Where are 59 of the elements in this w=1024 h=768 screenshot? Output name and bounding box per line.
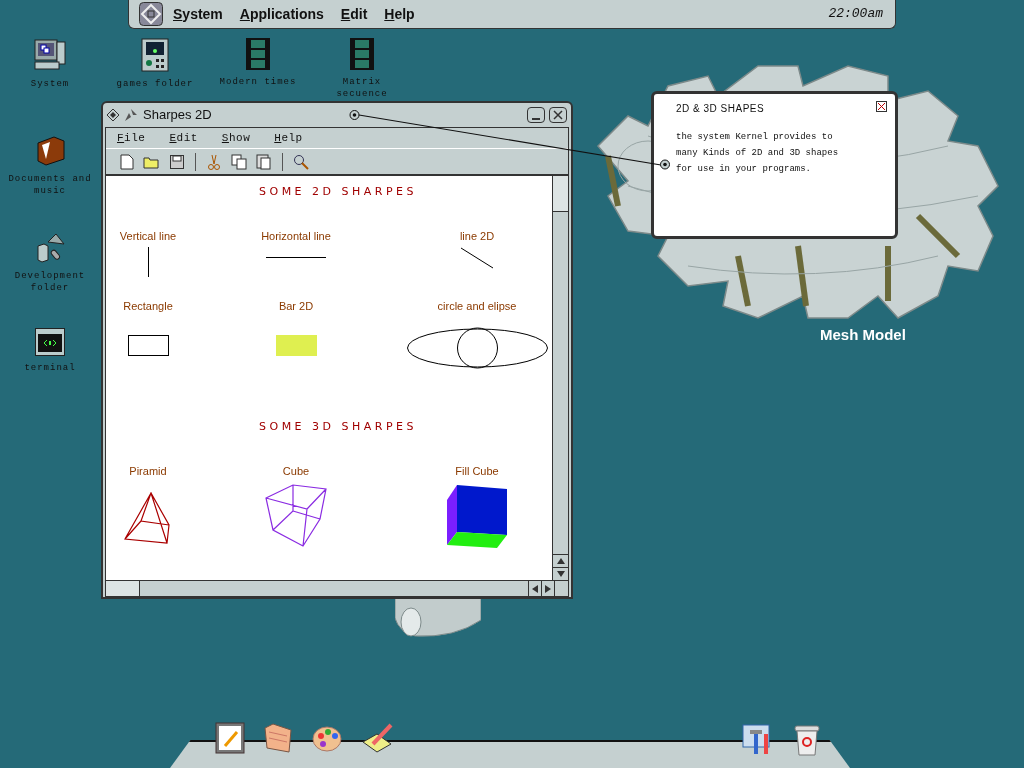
- pyramid-drawing: [123, 490, 173, 546]
- notepad-icon[interactable]: [215, 722, 245, 754]
- terminal-icon: [35, 328, 65, 356]
- pencil-and-paper-icon[interactable]: [361, 722, 395, 754]
- folder-icon: [34, 135, 66, 167]
- menu-item[interactable]: Help: [384, 3, 415, 25]
- popup-text: the system Kernel provides to many Kinds of 2D and 3D shapes for use in your programs.: [676, 131, 840, 176]
- horizontal-scrollbar[interactable]: [106, 580, 568, 596]
- shape-label: Horizontal line: [261, 228, 331, 244]
- cube-wireframe-drawing: [264, 482, 328, 548]
- minimize-button[interactable]: [527, 107, 545, 123]
- section-heading: SOME 3D SHARPES: [259, 419, 417, 435]
- dev-icon: [34, 232, 66, 264]
- shape-label: Vertical line: [119, 228, 177, 244]
- popup-title: 2D & 3D SHAPES: [676, 102, 765, 116]
- shape-label: Rectangle: [123, 298, 173, 314]
- window-menu-icon[interactable]: [107, 109, 119, 121]
- close-button[interactable]: [876, 101, 887, 112]
- rectangle-shape: [127, 335, 169, 356]
- folder-icon[interactable]: [263, 722, 293, 754]
- menu-item[interactable]: System: [173, 3, 223, 25]
- scroll-left-button[interactable]: [528, 581, 541, 596]
- app-icon: [123, 107, 139, 123]
- section-heading: SOME 2D SHARPES: [259, 184, 417, 200]
- left-arrow-icon: [532, 584, 538, 593]
- bar-shape: [275, 335, 317, 356]
- shape-label: line 2D: [459, 228, 495, 244]
- vertical-line: [147, 247, 149, 277]
- menu-item[interactable]: Edit: [340, 3, 368, 25]
- scroll-up-button[interactable]: [553, 554, 568, 567]
- window-menu-item[interactable]: Help: [274, 129, 303, 147]
- games-icon: [141, 38, 169, 72]
- filled-cube-drawing: [446, 482, 508, 548]
- shape-label: circle and elipse: [437, 298, 517, 314]
- film-icon: [350, 38, 374, 70]
- up-arrow-icon: [556, 558, 565, 564]
- shape-label: Piramid: [129, 463, 167, 479]
- window-menu-item[interactable]: File: [117, 129, 146, 147]
- system-logo-icon[interactable]: [139, 2, 163, 26]
- trash-can-icon[interactable]: [794, 724, 820, 756]
- window-menu-item[interactable]: Edit: [169, 129, 198, 147]
- mesh-model-label: Mesh Model: [820, 325, 906, 345]
- computer-icon: [33, 38, 67, 72]
- close-button[interactable]: [549, 107, 567, 123]
- diagonal-line: [460, 247, 494, 269]
- scroll-thumb[interactable]: [553, 176, 568, 212]
- shape-label: Fill Cube: [455, 463, 499, 479]
- horizontal-line: [266, 257, 326, 258]
- scroll-thumb[interactable]: [106, 581, 140, 596]
- vertical-scrollbar[interactable]: [552, 176, 568, 580]
- window-title: Sharpes 2D: [143, 106, 212, 125]
- clock: 22:00am: [828, 5, 883, 24]
- down-arrow-icon: [556, 571, 565, 577]
- right-arrow-icon: [545, 584, 551, 593]
- shape-label: Bar 2D: [278, 298, 314, 314]
- menu-item[interactable]: Applications: [239, 3, 324, 25]
- film-icon: [246, 38, 270, 70]
- window-menu-item[interactable]: Show: [221, 129, 251, 147]
- shape-label: Cube: [282, 463, 310, 479]
